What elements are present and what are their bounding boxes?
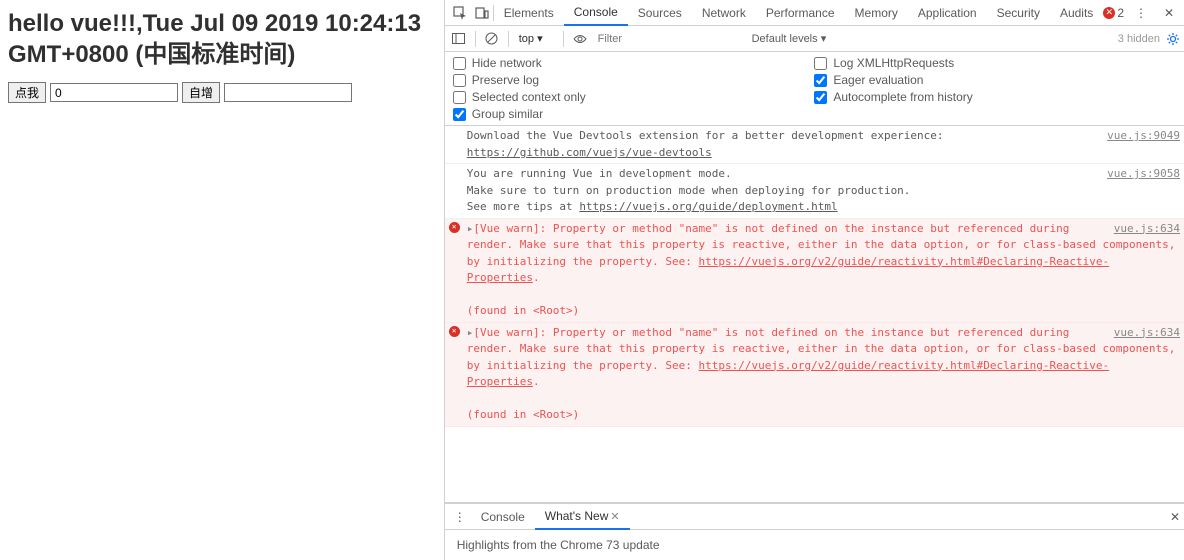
error-icon: ✕ — [1103, 7, 1115, 19]
eye-icon[interactable] — [570, 29, 590, 49]
tab-elements[interactable]: Elements — [494, 0, 564, 26]
check-hide-network[interactable]: Hide network — [453, 56, 815, 70]
console-log-area: vue.js:9049 Download the Vue Devtools ex… — [445, 126, 1184, 502]
error-count: 2 — [1117, 6, 1124, 20]
device-icon[interactable] — [471, 2, 493, 24]
check-autocomplete[interactable]: Autocomplete from history — [814, 90, 1176, 104]
input-counter[interactable] — [50, 83, 178, 102]
sidebar-toggle-icon[interactable] — [449, 29, 469, 49]
levels-select[interactable]: Default levels ▾ — [752, 32, 827, 45]
app-panel: hello vue!!!,Tue Jul 09 2019 10:24:13 GM… — [0, 0, 444, 560]
button-zizeng[interactable]: 自增 — [182, 82, 220, 103]
check-group-similar[interactable]: Group similar — [453, 107, 815, 121]
console-settings: Hide network Preserve log Selected conte… — [445, 52, 1184, 126]
drawer-tabs: ⋮ Console What's New ✕ ✕ — [445, 504, 1184, 530]
devtools-tabs: Elements Console Sources Network Perform… — [445, 0, 1184, 26]
check-selected-context[interactable]: Selected context only — [453, 90, 815, 104]
drawer-tab-console[interactable]: Console — [471, 504, 535, 530]
check-log-xhr[interactable]: Log XMLHttpRequests — [814, 56, 1176, 70]
error-badge[interactable]: ✕ 2 — [1103, 6, 1124, 20]
button-dianwo[interactable]: 点我 — [8, 82, 46, 103]
log-entry-error: ✕ vue.js:634 ▸[Vue warn]: Property or me… — [445, 323, 1184, 427]
log-source-link[interactable]: vue.js:9058 — [1097, 166, 1180, 183]
tab-console[interactable]: Console — [564, 0, 628, 26]
app-controls: 点我 自增 — [8, 82, 436, 103]
console-toolbar: top ▾ Default levels ▾ 3 hidden — [445, 26, 1184, 52]
separator — [508, 31, 509, 47]
log-entry: vue.js:9049 Download the Vue Devtools ex… — [445, 126, 1184, 164]
hidden-count: 3 hidden — [1118, 33, 1160, 45]
log-link[interactable]: https://vuejs.org/guide/deployment.html — [579, 200, 837, 213]
tab-application[interactable]: Application — [908, 0, 987, 26]
error-icon: ✕ — [449, 326, 460, 337]
log-entry: vue.js:9058 You are running Vue in devel… — [445, 164, 1184, 219]
context-select[interactable]: top ▾ — [515, 32, 557, 45]
tab-sources[interactable]: Sources — [628, 0, 692, 26]
inspect-icon[interactable] — [449, 2, 471, 24]
drawer-body: Highlights from the Chrome 73 update — [445, 530, 1184, 560]
error-icon: ✕ — [449, 222, 460, 233]
tab-network[interactable]: Network — [692, 0, 756, 26]
drawer-tab-whatsnew[interactable]: What's New ✕ — [535, 504, 630, 530]
drawer: ⋮ Console What's New ✕ ✕ Highlights from… — [445, 502, 1184, 560]
check-eager-eval[interactable]: Eager evaluation — [814, 73, 1176, 87]
check-preserve-log[interactable]: Preserve log — [453, 73, 815, 87]
log-link[interactable]: https://github.com/vuejs/vue-devtools — [467, 146, 712, 159]
input-second[interactable] — [224, 83, 352, 102]
separator — [475, 31, 476, 47]
log-source-link[interactable]: vue.js:634 — [1104, 325, 1180, 342]
filter-input[interactable] — [596, 31, 746, 47]
log-entry-error: ✕ vue.js:634 ▸[Vue warn]: Property or me… — [445, 219, 1184, 323]
separator — [563, 31, 564, 47]
tab-memory[interactable]: Memory — [845, 0, 908, 26]
app-title: hello vue!!!,Tue Jul 09 2019 10:24:13 GM… — [8, 8, 436, 70]
drawer-menu-icon[interactable]: ⋮ — [449, 506, 471, 528]
clear-console-icon[interactable] — [482, 29, 502, 49]
log-source-link[interactable]: vue.js:9049 — [1097, 128, 1180, 145]
tab-security[interactable]: Security — [987, 0, 1050, 26]
drawer-close-icon[interactable]: ✕ — [1170, 510, 1180, 524]
tab-performance[interactable]: Performance — [756, 0, 845, 26]
devtools: Elements Console Sources Network Perform… — [444, 0, 1184, 560]
gear-icon[interactable] — [1166, 32, 1180, 46]
tab-audits[interactable]: Audits — [1050, 0, 1103, 26]
log-source-link[interactable]: vue.js:634 — [1104, 221, 1180, 238]
close-devtools-icon[interactable]: ✕ — [1158, 2, 1180, 24]
close-tab-icon[interactable]: ✕ — [610, 510, 619, 523]
menu-icon[interactable]: ⋮ — [1130, 2, 1152, 24]
